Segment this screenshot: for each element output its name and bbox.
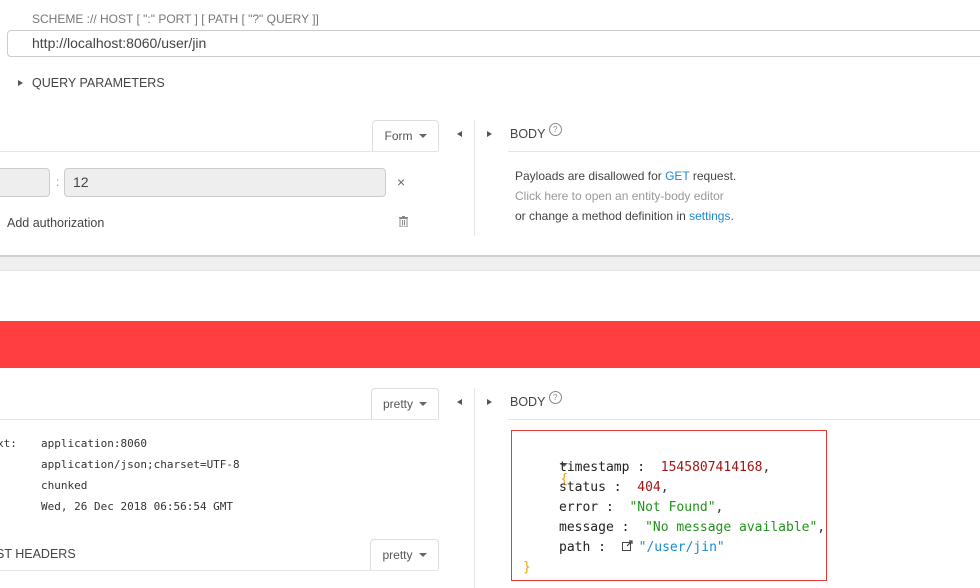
method-link[interactable]: GET [665, 169, 689, 183]
divider [0, 151, 438, 152]
headers-mode-dropdown[interactable]: Form [372, 120, 439, 151]
external-link-icon[interactable] [621, 540, 633, 555]
url-input[interactable]: http://localhost:8060/user/jin [7, 30, 980, 57]
response-status-bar [0, 321, 980, 368]
divider [508, 419, 980, 420]
expand-right-icon [18, 80, 23, 86]
body-label: BODY [510, 395, 546, 409]
resize-bar[interactable] [0, 257, 980, 271]
help-icon[interactable]: ? [548, 391, 562, 404]
body-label: BODY [510, 127, 546, 141]
request-headers-mode-dropdown[interactable]: pretty [370, 539, 439, 570]
divider [0, 419, 438, 420]
json-response-viewer: { timestamp : 1545807414168, status : 40… [511, 430, 827, 581]
response-header-value: application:8060 [41, 437, 147, 450]
response-headers-mode-label: pretty [382, 397, 413, 411]
header-separator: : [56, 175, 60, 189]
url-scheme-hint: SCHEME :// HOST [ ":" PORT ] [ PATH [ "?… [32, 12, 319, 26]
method-definition-text: or change a method definition in setting… [515, 209, 734, 223]
response-header-value: chunked [41, 479, 88, 492]
chevron-down-icon [418, 134, 427, 138]
expand-right-icon[interactable] [487, 399, 492, 405]
trash-icon[interactable] [399, 216, 408, 228]
request-body-heading: BODY ? [510, 123, 562, 142]
chevron-down-icon [418, 553, 427, 557]
panel-divider [474, 120, 475, 236]
divider [0, 570, 438, 571]
header-value-input[interactable]: 12 [64, 168, 386, 197]
json-field-timestamp: timestamp : 1545807414168, [559, 460, 771, 475]
response-header-name: xt: [0, 437, 17, 450]
query-parameters-label: QUERY PARAMETERS [32, 76, 165, 90]
expand-right-icon[interactable] [487, 131, 492, 137]
settings-link[interactable]: settings [689, 209, 730, 223]
collapse-left-icon[interactable] [457, 131, 462, 137]
add-authorization-link[interactable]: Add authorization [7, 216, 104, 230]
open-entity-body-editor-link[interactable]: Click here to open an entity-body editor [515, 189, 724, 203]
request-headers-label: ST HEADERS [0, 547, 76, 561]
request-headers-mode-label: pretty [382, 548, 413, 562]
chevron-down-icon [419, 402, 427, 406]
collapse-left-icon[interactable] [457, 399, 462, 405]
header-name-input[interactable] [0, 168, 50, 197]
panel-divider [474, 388, 475, 588]
headers-mode-label: Form [384, 129, 413, 143]
payload-disallowed-text: Payloads are disallowed for GET request. [515, 169, 737, 183]
response-header-value: application/json;charset=UTF-8 [41, 458, 240, 471]
path-link[interactable]: "/user/jin" [639, 540, 725, 555]
query-parameters-toggle[interactable]: QUERY PARAMETERS [18, 76, 165, 90]
help-icon[interactable]: ? [548, 123, 562, 136]
json-field-path: path : "/user/jin" [559, 540, 725, 555]
response-header-value: Wed, 26 Dec 2018 06:56:54 GMT [41, 500, 234, 513]
json-close: } [523, 560, 531, 575]
json-field-error: error : "Not Found", [559, 500, 724, 515]
remove-header-icon[interactable]: × [397, 174, 405, 190]
divider [508, 151, 980, 152]
response-headers-mode-dropdown[interactable]: pretty [371, 388, 439, 419]
response-body-heading: BODY ? [510, 391, 562, 410]
json-field-status: status : 404, [559, 480, 669, 495]
json-field-message: message : "No message available", [559, 520, 826, 535]
